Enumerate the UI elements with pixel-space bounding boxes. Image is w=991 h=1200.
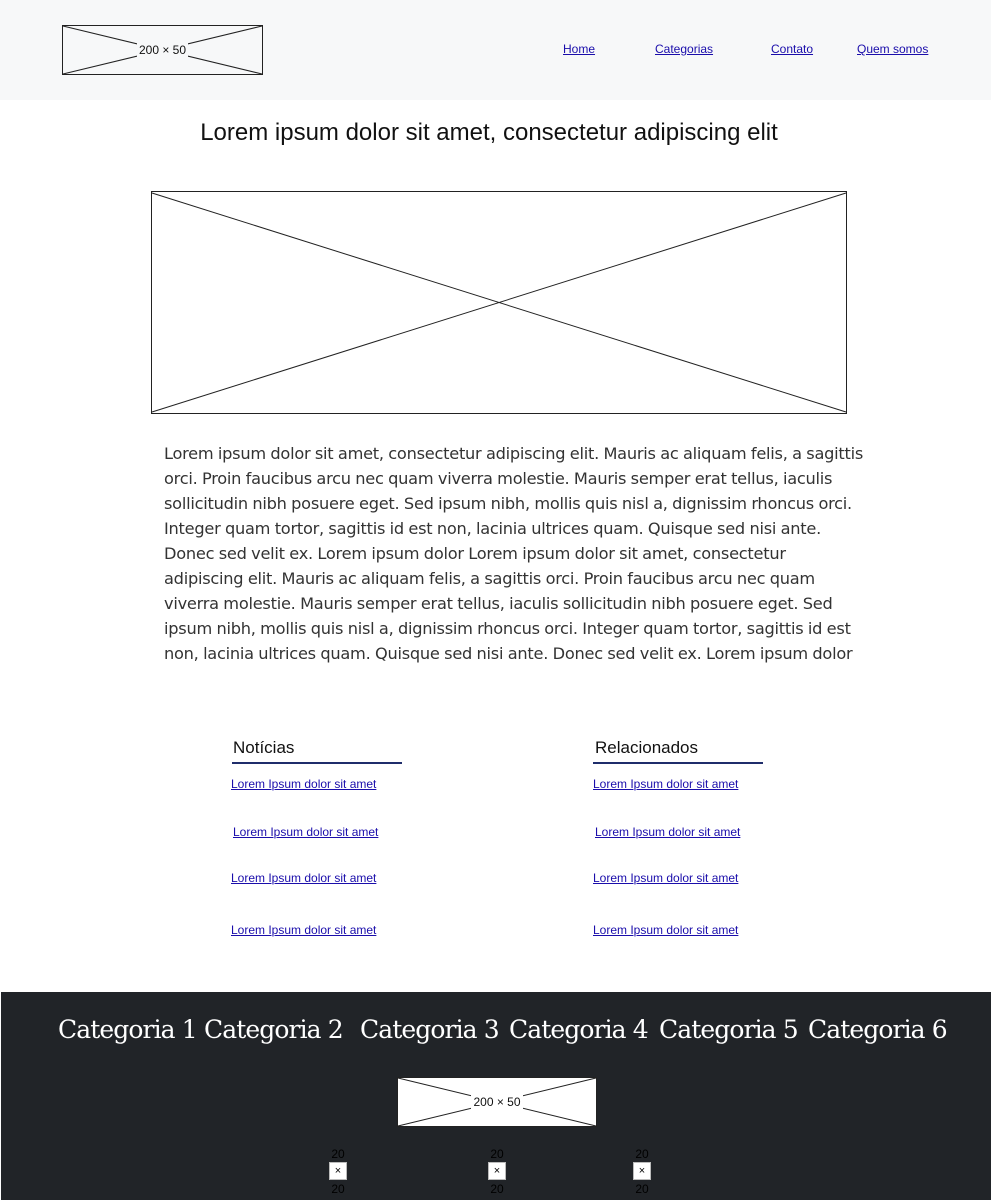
- icon-size-label: 20: [331, 1182, 345, 1196]
- icon-size-label: 20: [635, 1147, 649, 1161]
- broken-image-icon: ×: [488, 1162, 506, 1180]
- nav-contato-link[interactable]: Contato: [771, 42, 813, 56]
- nav-categorias-link[interactable]: Categorias: [655, 42, 713, 56]
- social-icon-placeholder[interactable]: 20 × 20: [622, 1148, 662, 1200]
- footer-category-1[interactable]: Categoria 1: [58, 1014, 198, 1046]
- logo-placeholder[interactable]: 200 × 50: [62, 25, 263, 75]
- footer-category-3[interactable]: Categoria 3: [360, 1014, 500, 1046]
- icon-size-label: 20: [331, 1147, 345, 1161]
- relacionados-link[interactable]: Lorem Ipsum dolor sit amet: [593, 923, 738, 937]
- footer-category-6[interactable]: Categoria 6: [808, 1014, 948, 1046]
- page-title: Lorem ipsum dolor sit amet, consectetur …: [200, 119, 778, 146]
- icon-size-label: 20: [490, 1182, 504, 1196]
- site-header: 200 × 50: [0, 0, 991, 100]
- noticias-link[interactable]: Lorem Ipsum dolor sit amet: [231, 923, 376, 937]
- logo-size-label: 200 × 50: [136, 43, 189, 57]
- noticias-link[interactable]: Lorem Ipsum dolor sit amet: [231, 871, 376, 885]
- noticias-divider: [232, 762, 402, 764]
- icon-size-label: 20: [635, 1182, 649, 1196]
- relacionados-link[interactable]: Lorem Ipsum dolor sit amet: [593, 871, 738, 885]
- relacionados-link[interactable]: Lorem Ipsum dolor sit amet: [595, 825, 740, 839]
- footer-logo-placeholder[interactable]: 200 × 50: [397, 1077, 597, 1127]
- footer-category-2[interactable]: Categoria 2: [204, 1014, 344, 1046]
- icon-size-label: 20: [490, 1147, 504, 1161]
- relacionados-divider: [593, 762, 763, 764]
- noticias-heading: Notícias: [233, 738, 295, 757]
- hero-image-placeholder: [151, 191, 847, 414]
- footer-category-5[interactable]: Categoria 5: [659, 1014, 799, 1046]
- broken-image-icon: ×: [329, 1162, 347, 1180]
- nav-quem-somos-link[interactable]: Quem somos: [857, 42, 928, 56]
- noticias-link[interactable]: Lorem Ipsum dolor sit amet: [231, 777, 376, 791]
- placeholder-cross-icon: [151, 191, 847, 414]
- social-icon-placeholder[interactable]: 20 × 20: [318, 1148, 358, 1200]
- nav-home-link[interactable]: Home: [563, 42, 595, 56]
- social-icon-placeholder[interactable]: 20 × 20: [477, 1148, 517, 1200]
- footer-logo-size-label: 200 × 50: [471, 1095, 523, 1109]
- noticias-link[interactable]: Lorem Ipsum dolor sit amet: [233, 825, 378, 839]
- broken-image-icon: ×: [633, 1162, 651, 1180]
- footer-category-4[interactable]: Categoria 4: [509, 1014, 649, 1046]
- relacionados-link[interactable]: Lorem Ipsum dolor sit amet: [593, 777, 738, 791]
- relacionados-heading: Relacionados: [595, 738, 699, 757]
- article-body: Lorem ipsum dolor sit amet, consectetur …: [164, 444, 864, 663]
